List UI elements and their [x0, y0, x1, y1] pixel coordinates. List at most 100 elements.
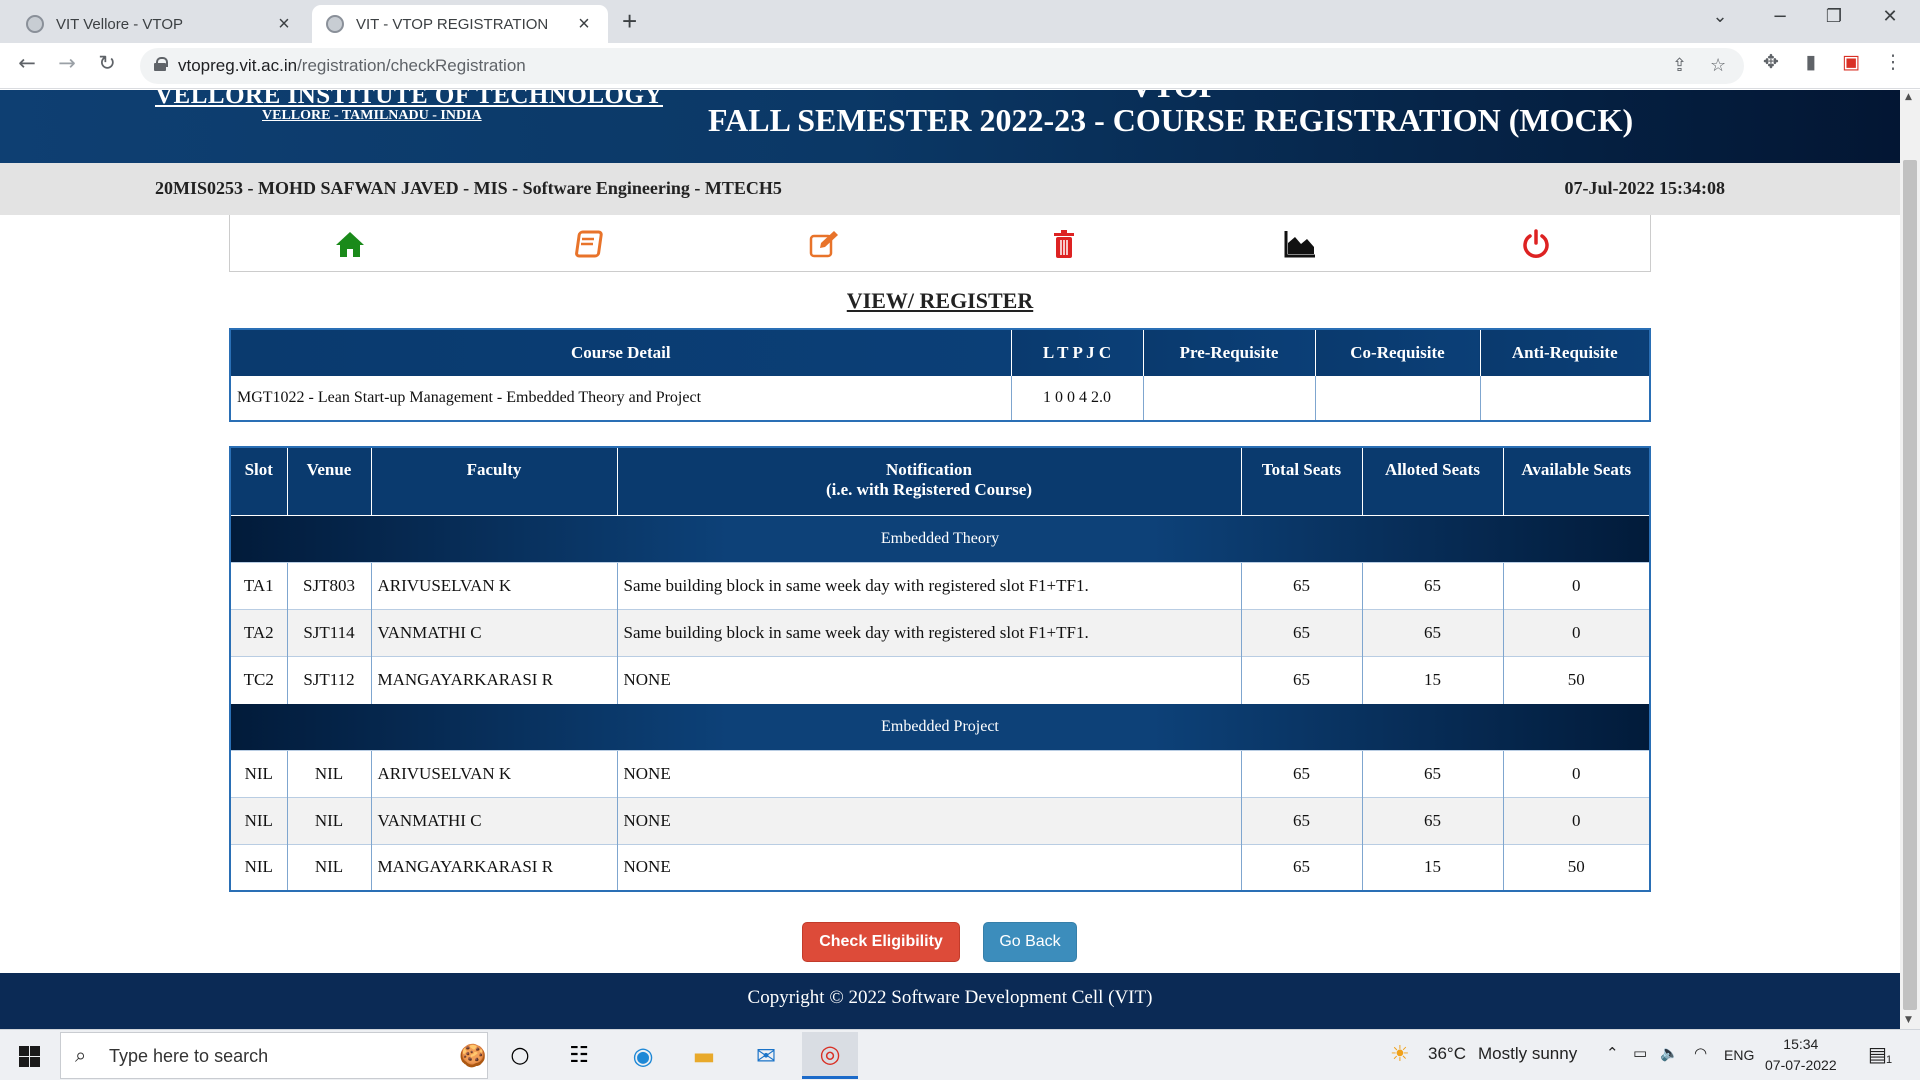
search-highlight-icon: 🍪	[459, 1043, 487, 1068]
windows-taskbar: ⌕ Type here to search 🍪 ○ ☷ ◉ ▬ ✉ ◎ ☀ 36…	[0, 1029, 1920, 1080]
volume-icon[interactable]: 🔈	[1660, 1044, 1679, 1062]
close-tab-icon[interactable]: ×	[274, 13, 294, 36]
column-header: Notification (i.e. with Registered Course…	[616, 447, 1241, 515]
url-host: vtopreg.vit.ac.in	[178, 56, 298, 75]
table-row[interactable]: TA2 SJT114 VANMATHI C Same building bloc…	[230, 608, 1650, 656]
available-seats-cell: 0	[1502, 608, 1650, 656]
windows-start-icon[interactable]	[19, 1046, 40, 1067]
faculty-cell: MANGAYARKARASI R	[370, 843, 617, 891]
browser-menu-icon[interactable]: ⋮	[1880, 51, 1906, 73]
table-row[interactable]: TA1 SJT803 ARIVUSELVAN K Same building b…	[230, 561, 1650, 609]
notification-cell: NONE	[616, 749, 1241, 797]
forward-arrow-icon[interactable]: →	[52, 51, 82, 75]
back-arrow-icon[interactable]: ←	[12, 51, 42, 75]
institute-name[interactable]: VELLORE INSTITUTE OF TECHNOLOGY	[155, 90, 663, 110]
reload-icon[interactable]: ↻	[92, 51, 122, 75]
faculty-cell: ARIVUSELVAN K	[370, 749, 617, 797]
table-row[interactable]: TC2 SJT112 MANGAYARKARASI R NONE 65 15 5…	[230, 655, 1650, 703]
table-header-row: Course Detail L T P J C Pre-Requisite Co…	[230, 329, 1650, 376]
home-icon[interactable]	[334, 229, 366, 259]
book-icon[interactable]	[571, 229, 603, 259]
task-view-icon[interactable]: ○	[492, 1032, 548, 1079]
side-panel-icon[interactable]: ▮	[1798, 51, 1824, 73]
tray-chevron-icon[interactable]: ⌃	[1606, 1044, 1619, 1062]
header-banner: VELLORE INSTITUTE OF TECHNOLOGY VELLORE …	[0, 90, 1900, 163]
venue-cell: SJT803	[286, 561, 371, 609]
search-icon: ⌕	[75, 1043, 87, 1067]
slot-cell: NIL	[230, 843, 287, 891]
go-back-button[interactable]: Go Back	[983, 922, 1077, 962]
wifi-icon[interactable]: ◠	[1694, 1044, 1707, 1062]
column-header: L T P J C	[1010, 329, 1143, 376]
student-info: 20MIS0253 - MOHD SAFWAN JAVED - MIS - So…	[155, 178, 782, 198]
notification-subheader: (i.e. with Registered Course)	[825, 480, 1032, 499]
table-row[interactable]: NIL NIL ARIVUSELVAN K NONE 65 65 0	[230, 749, 1650, 797]
power-icon[interactable]	[1520, 229, 1552, 259]
scroll-up-icon[interactable]: ▲	[1905, 92, 1912, 102]
minimize-button[interactable]: −	[1760, 6, 1800, 27]
alloted-seats-cell: 15	[1361, 843, 1503, 891]
language-indicator[interactable]: ENG	[1724, 1047, 1754, 1063]
chrome-browser-icon[interactable]: ◎	[802, 1032, 858, 1079]
taskbar-search-box[interactable]: ⌕ Type here to search 🍪	[60, 1032, 488, 1079]
bookmark-star-icon[interactable]: ☆	[1710, 55, 1726, 76]
extensions-puzzle-icon[interactable]: ✥	[1758, 51, 1784, 73]
venue-cell: SJT114	[286, 608, 371, 656]
check-eligibility-button[interactable]: Check Eligibility	[802, 922, 960, 962]
tab-vit-vellore[interactable]: VIT Vellore - VTOP ×	[12, 5, 308, 43]
alloted-seats-cell: 65	[1361, 608, 1503, 656]
page-scrollbar[interactable]: ▲ ▼	[1900, 90, 1920, 1029]
widgets-icon[interactable]: ☷	[551, 1032, 607, 1079]
file-explorer-icon[interactable]: ▬	[676, 1032, 732, 1079]
system-clock[interactable]: 15:34 07-07-2022	[1765, 1034, 1837, 1076]
edit-icon[interactable]	[808, 229, 840, 259]
total-seats-cell: 65	[1240, 561, 1362, 609]
weather-condition[interactable]: Mostly sunny	[1478, 1044, 1577, 1064]
venue-cell: NIL	[286, 796, 371, 844]
course-detail: MGT1022 - Lean Start-up Management - Emb…	[237, 389, 702, 406]
slot-cell: TA1	[230, 561, 287, 609]
address-bar[interactable]: vtopreg.vit.ac.in/registration/checkRegi…	[140, 48, 1744, 84]
notification-cell: Same building block in same week day wit…	[616, 561, 1241, 609]
maximize-button[interactable]: ❐	[1814, 6, 1854, 27]
mail-icon[interactable]: ✉	[738, 1032, 794, 1079]
page-viewport: VELLORE INSTITUTE OF TECHNOLOGY VELLORE …	[0, 90, 1900, 1029]
close-tab-icon[interactable]: ×	[574, 13, 594, 36]
battery-icon[interactable]: ▭	[1633, 1044, 1647, 1062]
clock-date: 07-07-2022	[1765, 1057, 1837, 1073]
tab-search-button[interactable]: ⌄	[1700, 6, 1740, 27]
scrollbar-thumb[interactable]	[1903, 160, 1917, 1010]
table-row[interactable]: NIL NIL MANGAYARKARASI R NONE 65 15 50	[230, 843, 1650, 891]
scroll-down-icon[interactable]: ▼	[1905, 1015, 1912, 1025]
notification-cell: NONE	[616, 843, 1241, 891]
slot-table: Slot Venue Faculty Notification (i.e. wit…	[229, 446, 1651, 892]
browser-toolbar: ← → ↻ vtopreg.vit.ac.in/registration/che…	[0, 43, 1920, 89]
faculty-cell: VANMATHI C	[370, 796, 617, 844]
trash-icon[interactable]	[1048, 229, 1080, 259]
alloted-seats-cell: 65	[1361, 749, 1503, 797]
table-row[interactable]: NIL NIL VANMATHI C NONE 65 65 0	[230, 796, 1650, 844]
alloted-seats-cell: 65	[1361, 796, 1503, 844]
chart-icon[interactable]	[1284, 229, 1316, 259]
tab-strip: VIT Vellore - VTOP × VIT - VTOP REGISTRA…	[0, 0, 1920, 43]
ltpjc: 1 0 0 4 2.0	[1010, 376, 1143, 421]
notification-cell: NONE	[616, 796, 1241, 844]
pdf-extension-icon[interactable]: ▣	[1838, 51, 1864, 73]
url-text[interactable]: vtopreg.vit.ac.in/registration/checkRegi…	[178, 56, 526, 76]
column-header: Pre-Requisite	[1142, 329, 1315, 376]
lock-icon[interactable]	[154, 57, 168, 71]
notification-icon[interactable]: ▤	[1868, 1042, 1887, 1066]
available-seats-cell: 0	[1502, 561, 1650, 609]
close-window-button[interactable]: ✕	[1870, 6, 1910, 27]
column-header: Total Seats	[1240, 447, 1362, 515]
weather-sun-icon[interactable]: ☀	[1390, 1041, 1410, 1067]
new-tab-button[interactable]: +	[622, 6, 637, 37]
student-info-bar: 20MIS0253 - MOHD SAFWAN JAVED - MIS - So…	[0, 163, 1900, 215]
tab-vtop-registration[interactable]: VIT - VTOP REGISTRATION ×	[312, 5, 608, 43]
notification-count: 1	[1886, 1054, 1893, 1066]
share-icon[interactable]: ⇪	[1672, 55, 1687, 76]
semester-title: FALL SEMESTER 2022-23 - COURSE REGISTRAT…	[708, 102, 1634, 138]
edge-browser-icon[interactable]: ◉	[615, 1032, 671, 1079]
total-seats-cell: 65	[1240, 608, 1362, 656]
weather-temperature[interactable]: 36°C	[1428, 1044, 1466, 1064]
